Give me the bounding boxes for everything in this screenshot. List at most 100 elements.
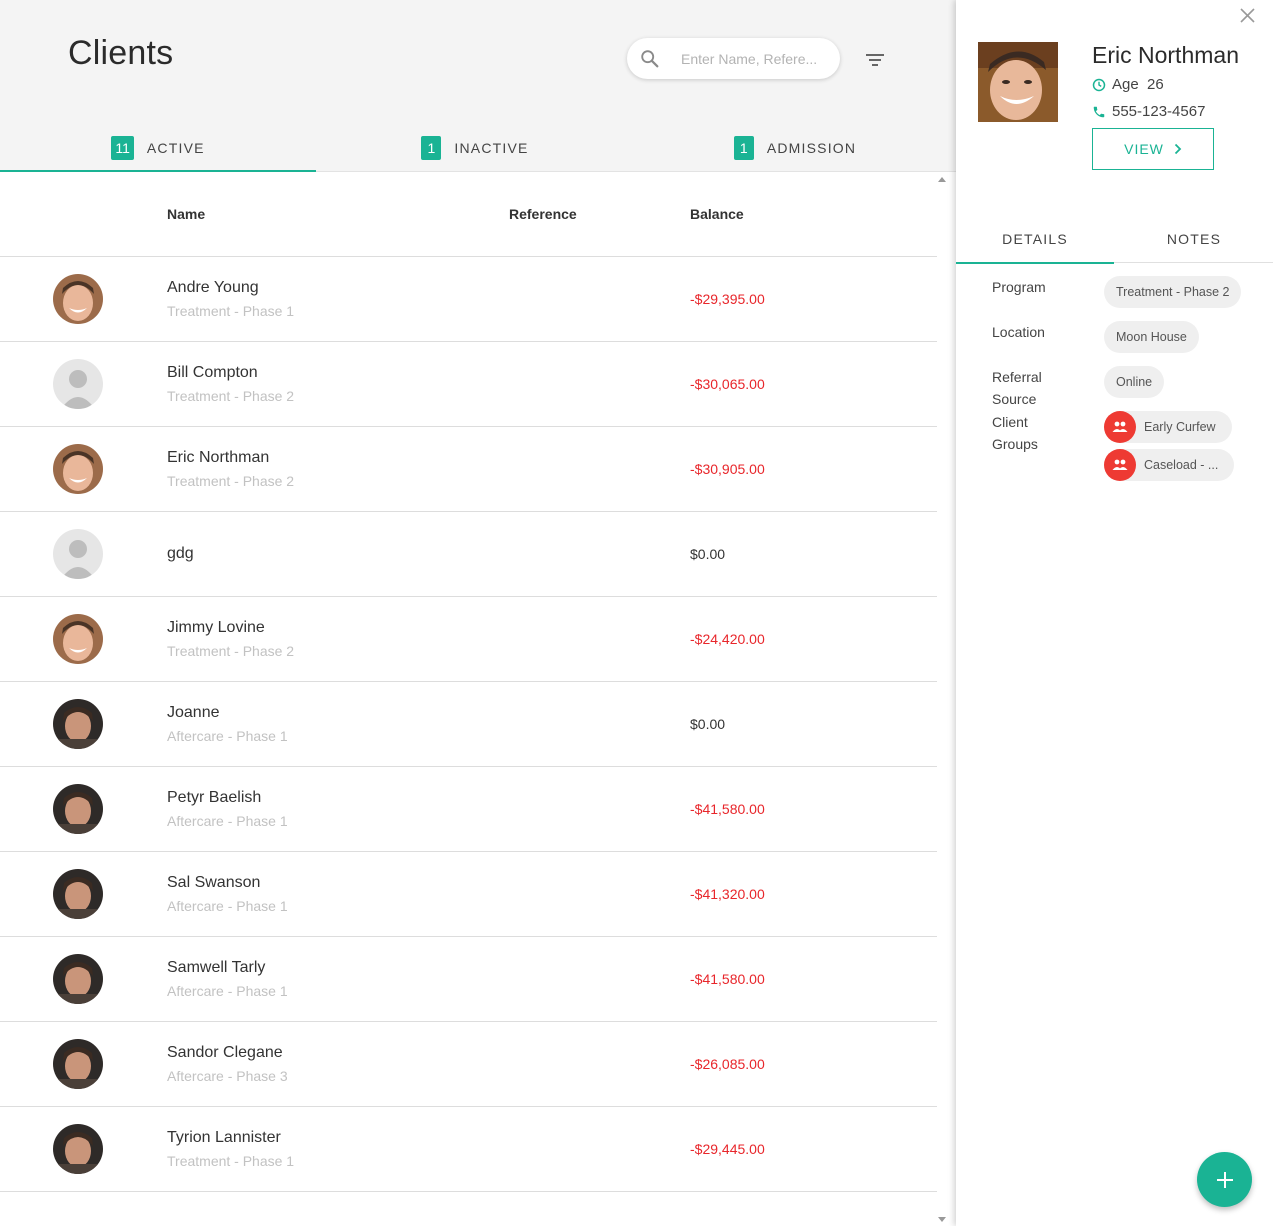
search-box[interactable] bbox=[627, 38, 840, 79]
tab-count-badge: 1 bbox=[421, 135, 442, 160]
tab-label: INACTIVE bbox=[454, 139, 529, 156]
client-name: Samwell Tarly bbox=[167, 959, 266, 976]
group-icon bbox=[1104, 411, 1136, 443]
client-program: Treatment - Phase 1 bbox=[167, 303, 295, 319]
client-name: Andre Young bbox=[167, 279, 259, 296]
client-balance: $0.00 bbox=[690, 716, 726, 732]
clients-header: Clients 11 ACTIVE 1 INACTIVE 1 bbox=[0, 0, 956, 172]
avatar bbox=[53, 359, 103, 409]
table-row[interactable]: Sal Swanson Aftercare - Phase 1 -$41,320.0… bbox=[0, 852, 937, 937]
client-program: Treatment - Phase 2 bbox=[167, 643, 295, 659]
chevron-right-icon bbox=[1174, 143, 1182, 155]
client-balance: -$29,445.00 bbox=[690, 1141, 765, 1157]
table-body: Andre Young Treatment - Phase 1 -$29,395.0… bbox=[0, 257, 937, 1192]
avatar bbox=[53, 614, 103, 664]
close-icon[interactable] bbox=[1239, 7, 1256, 24]
view-client-button[interactable]: VIEW bbox=[1092, 128, 1214, 170]
client-name: Eric Northman bbox=[167, 449, 270, 466]
program-label: Program bbox=[992, 279, 1046, 295]
tab-details[interactable]: DETAILS bbox=[956, 214, 1114, 264]
client-status-tabs: 11 ACTIVE 1 INACTIVE 1 ADMISSION bbox=[0, 123, 956, 172]
client-program: Aftercare - Phase 1 bbox=[167, 728, 288, 744]
table-row[interactable]: Eric Northman Treatment - Phase 2 -$30,905… bbox=[0, 427, 937, 512]
group-icon bbox=[1104, 449, 1136, 481]
location-label: Location bbox=[992, 324, 1045, 340]
table-row[interactable]: Jimmy Lovine Treatment - Phase 2 -$24,420.… bbox=[0, 597, 937, 682]
column-header-reference[interactable]: Reference bbox=[509, 206, 577, 222]
table-row[interactable]: gdg $0.00 bbox=[0, 512, 937, 597]
table-row[interactable]: Samwell Tarly Aftercare - Phase 1 -$41,580… bbox=[0, 937, 937, 1022]
client-name: Sal Swanson bbox=[167, 874, 261, 891]
program-chip: Treatment - Phase 2 bbox=[1104, 276, 1242, 308]
referral-source-label-line1: Referral bbox=[992, 369, 1042, 385]
tab-admission[interactable]: 1 ADMISSION bbox=[634, 123, 956, 172]
avatar bbox=[53, 274, 103, 324]
column-header-balance[interactable]: Balance bbox=[690, 206, 744, 222]
client-balance: -$24,420.00 bbox=[690, 631, 765, 647]
client-name: Jimmy Lovine bbox=[167, 619, 265, 636]
clients-list[interactable]: Name Reference Balance Andre Young Treatm… bbox=[0, 173, 956, 1226]
tab-inactive[interactable]: 1 INACTIVE bbox=[316, 123, 634, 172]
avatar bbox=[53, 784, 103, 834]
scroll-down-arrow-icon[interactable] bbox=[938, 1217, 946, 1222]
client-detail-panel: Eric Northman Age 26 555-123-4567 VIEW D… bbox=[956, 0, 1273, 1226]
tab-active[interactable]: 11 ACTIVE bbox=[0, 123, 316, 172]
client-name: Petyr Baelish bbox=[167, 789, 262, 806]
scrollbar[interactable] bbox=[938, 173, 946, 1226]
avatar bbox=[53, 1124, 103, 1174]
client-balance: -$30,065.00 bbox=[690, 376, 765, 392]
tab-count-badge: 1 bbox=[733, 135, 754, 160]
client-program: Aftercare - Phase 1 bbox=[167, 813, 288, 829]
phone-icon bbox=[1093, 106, 1105, 117]
client-name: gdg bbox=[167, 545, 194, 562]
page-title: Clients bbox=[68, 34, 174, 72]
tab-label: ADMISSION bbox=[766, 139, 857, 156]
search-input[interactable] bbox=[681, 46, 827, 71]
client-name: Bill Compton bbox=[167, 364, 258, 381]
client-groups-label-line1: Client bbox=[992, 414, 1028, 430]
client-balance: -$41,320.00 bbox=[690, 886, 765, 902]
clock-icon bbox=[1092, 78, 1106, 91]
client-phone: 555-123-4567 bbox=[1092, 103, 1205, 120]
clients-main-panel: Clients 11 ACTIVE 1 INACTIVE 1 bbox=[0, 0, 956, 1226]
client-program: Treatment - Phase 1 bbox=[167, 1153, 295, 1169]
client-name: Sandor Clegane bbox=[167, 1044, 283, 1061]
table-row[interactable]: Joanne Aftercare - Phase 1 $0.00 bbox=[0, 682, 937, 767]
age-label: Age bbox=[1112, 76, 1139, 93]
client-groups-label-line2: Groups bbox=[992, 436, 1038, 452]
plus-icon bbox=[1216, 1171, 1233, 1188]
client-balance: -$29,395.00 bbox=[690, 291, 765, 307]
table-row[interactable]: Petyr Baelish Aftercare - Phase 1 -$41,580… bbox=[0, 767, 937, 852]
group-chip-early-curfew[interactable]: Early Curfew bbox=[1104, 411, 1232, 443]
client-photo bbox=[978, 42, 1058, 122]
referral-source-chip: Online bbox=[1104, 366, 1165, 398]
clients-table: Name Reference Balance Andre Young Treatm… bbox=[0, 173, 937, 1192]
detail-tabs: DETAILS NOTES bbox=[956, 214, 1273, 264]
client-name: Eric Northman bbox=[1092, 42, 1239, 68]
avatar bbox=[53, 529, 103, 579]
avatar bbox=[53, 954, 103, 1004]
client-balance: -$41,580.00 bbox=[690, 801, 765, 817]
filter-icon[interactable] bbox=[862, 47, 888, 73]
client-balance: -$41,580.00 bbox=[690, 971, 765, 987]
view-button-label: VIEW bbox=[1124, 141, 1164, 157]
table-row[interactable]: Andre Young Treatment - Phase 1 -$29,395.0… bbox=[0, 257, 937, 342]
tab-label: ACTIVE bbox=[146, 139, 205, 156]
client-balance: $0.00 bbox=[690, 546, 726, 562]
scroll-up-arrow-icon[interactable] bbox=[938, 177, 946, 182]
client-balance: -$26,085.00 bbox=[690, 1056, 765, 1072]
tab-count-badge: 11 bbox=[111, 135, 134, 160]
add-button[interactable] bbox=[1197, 1152, 1252, 1207]
table-row[interactable]: Bill Compton Treatment - Phase 2 -$30,065.… bbox=[0, 342, 937, 427]
avatar bbox=[53, 444, 103, 494]
referral-source-label-line2: Source bbox=[992, 391, 1037, 407]
location-chip: Moon House bbox=[1104, 321, 1199, 353]
avatar bbox=[53, 699, 103, 749]
column-header-name[interactable]: Name bbox=[167, 206, 205, 222]
group-chip-caseload[interactable]: Caseload - ... bbox=[1104, 449, 1235, 481]
tab-notes[interactable]: NOTES bbox=[1115, 214, 1273, 263]
table-row[interactable]: Tyrion Lannister Treatment - Phase 1 -$29,… bbox=[0, 1107, 937, 1192]
client-program: Aftercare - Phase 1 bbox=[167, 898, 288, 914]
table-row[interactable]: Sandor Clegane Aftercare - Phase 3 -$26,08… bbox=[0, 1022, 937, 1107]
client-name: Joanne bbox=[167, 704, 220, 721]
